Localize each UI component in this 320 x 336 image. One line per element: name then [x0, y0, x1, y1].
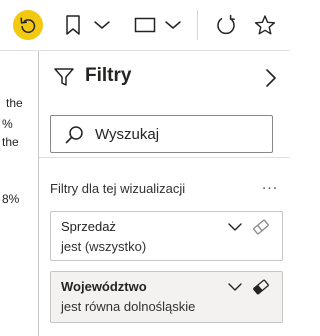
pane-title: Filtry	[85, 65, 132, 86]
more-options-button[interactable]: ...	[259, 177, 281, 196]
filters-pane: Filtry Filtry dla tej wizualizacji ... S…	[39, 51, 290, 336]
undo-button[interactable]	[13, 10, 43, 40]
filter-card-sprzedaz[interactable]: Sprzedaż jest (wszystko)	[50, 211, 283, 261]
search-icon	[65, 126, 83, 144]
view-icon	[134, 17, 156, 33]
filter-card-name: Województwo	[61, 279, 147, 294]
filter-card-state: jest (wszystko)	[61, 239, 147, 254]
refresh-icon	[217, 14, 235, 35]
favorite-button[interactable]	[250, 10, 280, 40]
bookmark-button[interactable]	[62, 10, 114, 40]
report-canvas-snippet: the % the 8%	[0, 51, 38, 336]
search-input[interactable]	[95, 116, 265, 152]
clear-filter-eraser-icon[interactable]	[252, 219, 270, 235]
expand-filter-chevron-icon[interactable]	[227, 282, 243, 292]
undo-icon	[20, 17, 36, 33]
view-button[interactable]	[128, 10, 188, 40]
filters-pane-header: Filtry	[39, 61, 290, 93]
report-text-fragment: the	[6, 96, 23, 110]
report-toolbar	[0, 0, 290, 50]
chevron-down-icon	[165, 21, 181, 29]
star-icon	[254, 15, 276, 35]
report-text-fragment: 8%	[2, 192, 20, 206]
report-text-fragment: the	[2, 135, 19, 149]
filter-card-name: Sprzedaż	[61, 219, 116, 234]
filter-card-wojewodztwo[interactable]: Województwo jest równa dolnośląskie	[50, 271, 283, 323]
power-bi-report-view: the % the 8% Filtry Filtry dla t	[0, 0, 290, 336]
chevron-right-icon	[266, 69, 276, 87]
toolbar-separator	[197, 10, 198, 40]
pane-divider	[39, 157, 290, 158]
report-text-fragment: %	[2, 117, 13, 131]
clear-filter-eraser-icon[interactable]	[252, 279, 270, 295]
bookmark-icon	[66, 15, 80, 35]
visual-filters-section-label: Filtry dla tej wizualizacji	[50, 181, 186, 196]
refresh-button[interactable]	[211, 10, 241, 40]
expand-filter-chevron-icon[interactable]	[227, 222, 243, 232]
filter-icon	[54, 68, 74, 86]
collapse-pane-button[interactable]	[261, 67, 281, 89]
chevron-down-icon	[94, 21, 110, 29]
filter-card-state: jest równa dolnośląskie	[61, 299, 196, 314]
filter-search-box[interactable]	[50, 115, 273, 153]
